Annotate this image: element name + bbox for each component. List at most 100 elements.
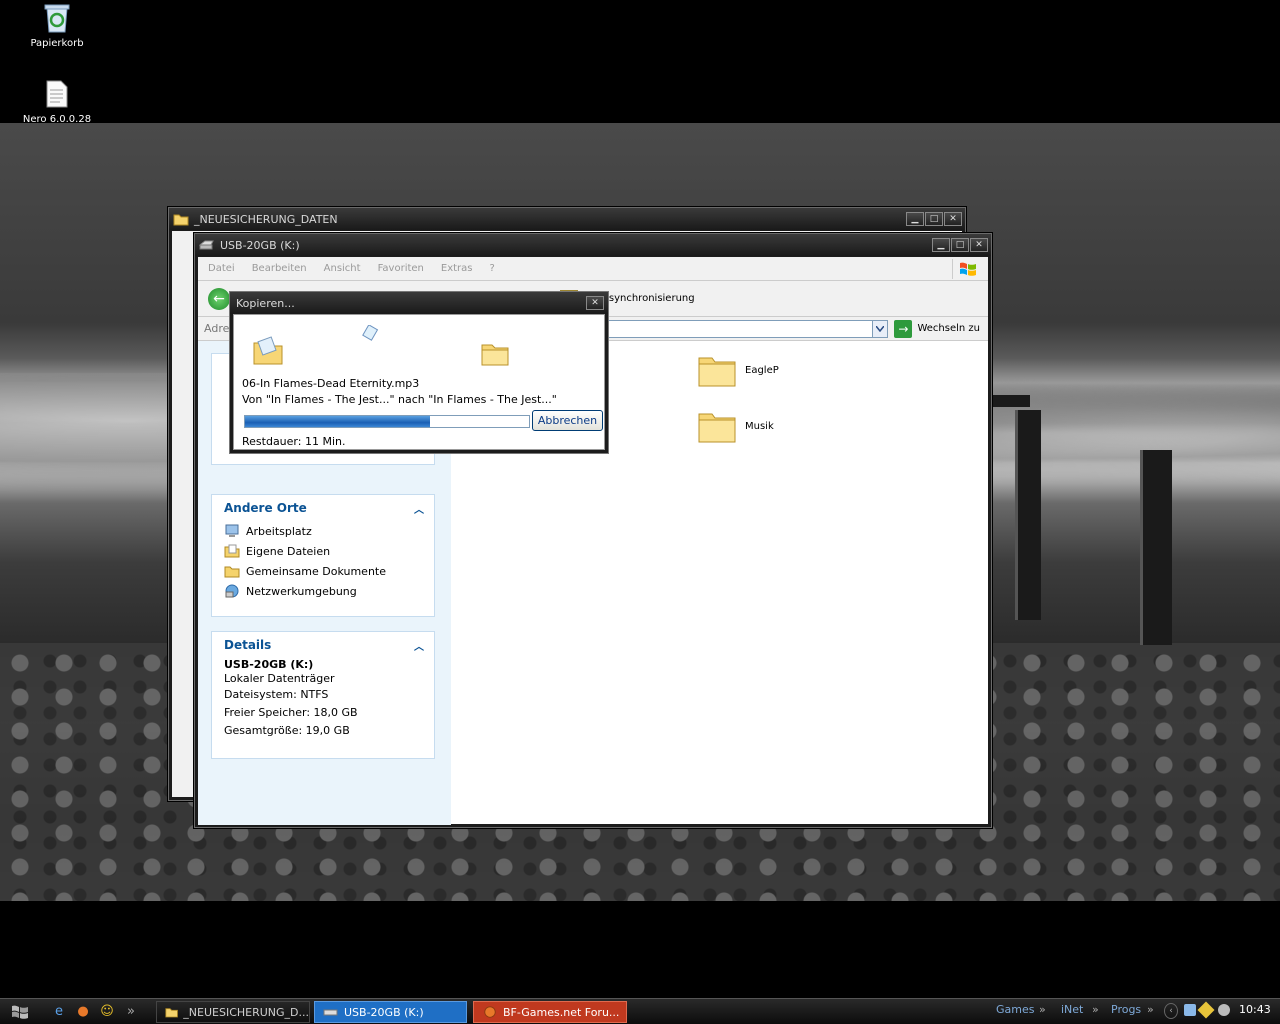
go-button[interactable]: → Wechseln zu: [894, 319, 980, 338]
window-titlebar[interactable]: _NEUESICHERUNG_DATEN ▁ □ ✕: [169, 208, 965, 230]
copy-dialog[interactable]: Kopieren... ✕ 06-In Flames-Dead Eternity…: [229, 291, 609, 454]
dialog-title: Kopieren...: [236, 296, 295, 310]
maximize-button[interactable]: □: [925, 212, 943, 226]
copy-remaining-time: Restdauer: 11 Min.: [242, 435, 346, 448]
details-header[interactable]: Details ︿: [212, 632, 434, 658]
other-places-panel: Andere Orte ︿ Arbeitsplatz Eigene Dateie…: [211, 494, 435, 617]
destination-folder-icon: [481, 344, 509, 366]
details-drive-type: Lokaler Datenträger: [224, 672, 335, 685]
place-item-eigene-dateien[interactable]: Eigene Dateien: [212, 541, 434, 561]
ie-icon[interactable]: e: [50, 1003, 68, 1021]
folder-label: EagleP: [745, 364, 779, 376]
network-tray-icon[interactable]: [1184, 1004, 1196, 1016]
menu-extras[interactable]: Extras: [441, 263, 473, 274]
copy-file-name: 06-In Flames-Dead Eternity.mp3: [242, 377, 420, 390]
place-label: Gemeinsame Dokumente: [246, 564, 386, 578]
wallpaper-post: [1015, 410, 1041, 620]
taskbar-button-usb[interactable]: USB-20GB (K:): [314, 1001, 467, 1023]
messenger-icon[interactable]: ☺: [98, 1003, 116, 1021]
flying-document-icon: [362, 325, 379, 341]
tray-app-icon[interactable]: [1197, 1001, 1215, 1019]
close-button[interactable]: ✕: [944, 212, 962, 226]
toolbar-chevron[interactable]: »: [1092, 1003, 1099, 1016]
firefox-icon[interactable]: ●: [74, 1003, 92, 1021]
copy-progress-fill: [245, 416, 430, 427]
folder-icon: [698, 413, 736, 443]
menu-ansicht[interactable]: Ansicht: [324, 263, 361, 274]
clock[interactable]: 10:43: [1239, 1003, 1271, 1016]
maximize-button[interactable]: □: [951, 238, 969, 252]
folder-label: Musik: [745, 420, 774, 432]
menu-datei[interactable]: Datei: [208, 263, 235, 274]
minimize-button[interactable]: ▁: [906, 212, 924, 226]
back-arrow-icon[interactable]: ←: [208, 287, 230, 310]
quick-launch: e ● ☺ »: [50, 1003, 140, 1021]
toolbar-inet[interactable]: iNet: [1061, 1003, 1083, 1016]
chevron-up-icon[interactable]: ︿: [412, 638, 426, 653]
details-free-space: Freier Speicher: 18,0 GB: [224, 706, 358, 719]
taskbar-button-firefox[interactable]: BF-Games.net Foru...: [473, 1001, 627, 1023]
firefox-icon: [484, 1006, 496, 1018]
place-label: Arbeitsplatz: [246, 524, 312, 538]
chevron-down-icon[interactable]: [872, 320, 888, 337]
wallpaper-beam: [990, 395, 1030, 407]
toolbar-progs[interactable]: Progs: [1111, 1003, 1141, 1016]
tray-expand-icon[interactable]: ‹: [1164, 1003, 1178, 1019]
drive-icon: [323, 1009, 338, 1016]
windows-logo-icon: [952, 259, 982, 279]
details-drive-name: USB-20GB (K:): [224, 658, 314, 671]
wallpaper-post: [1140, 450, 1172, 645]
menu-favoriten[interactable]: Favoriten: [378, 263, 424, 274]
folder-item-eaglep[interactable]: EagleP: [697, 352, 779, 388]
address-label: Adre: [204, 322, 230, 335]
taskbar-button-label: BF-Games.net Foru...: [503, 1005, 620, 1019]
close-button[interactable]: ✕: [970, 238, 988, 252]
start-button[interactable]: [0, 1000, 40, 1024]
details-filesystem: Dateisystem: NTFS: [224, 688, 329, 701]
folder-icon: [698, 357, 736, 387]
menu-bar: Datei Bearbeiten Ansicht Favoriten Extra…: [198, 257, 988, 281]
place-item-netzwerkumgebung[interactable]: Netzwerkumgebung: [212, 581, 434, 601]
close-button[interactable]: ✕: [586, 296, 604, 310]
copy-progress-bar: [244, 415, 530, 428]
dialog-titlebar[interactable]: Kopieren... ✕: [230, 292, 608, 314]
volume-icon[interactable]: [1218, 1004, 1230, 1016]
desktop-icon-recycle-bin[interactable]: Papierkorb: [12, 2, 102, 49]
toolbar-chevron[interactable]: »: [1147, 1003, 1154, 1016]
toolbar-games[interactable]: Games: [996, 1003, 1034, 1016]
dialog-body: 06-In Flames-Dead Eternity.mp3 Von "In F…: [233, 314, 605, 450]
taskbar: e ● ☺ » _NEUESICHERUNG_D... USB-20GB (K:…: [0, 998, 1280, 1024]
toolbar-chevron[interactable]: »: [1039, 1003, 1046, 1016]
taskbar-button-neuesicherung[interactable]: _NEUESICHERUNG_D...: [156, 1001, 310, 1023]
desktop-icon-nero[interactable]: Nero 6.0.0.28: [12, 78, 102, 125]
taskbar-button-label: _NEUESICHERUNG_D...: [183, 1005, 309, 1019]
computer-icon: [225, 524, 239, 537]
quick-launch-chevron[interactable]: »: [122, 1003, 140, 1021]
details-total-size: Gesamtgröße: 19,0 GB: [224, 724, 350, 737]
folder-icon: [165, 1008, 178, 1018]
source-folder-icon: [253, 336, 283, 365]
desktop-icon-label: Papierkorb: [30, 38, 84, 49]
place-item-gemeinsame-dokumente[interactable]: Gemeinsame Dokumente: [212, 561, 434, 581]
place-label: Netzwerkumgebung: [246, 584, 357, 598]
other-places-header[interactable]: Andere Orte ︿: [212, 495, 434, 521]
taskbar-button-label: USB-20GB (K:): [344, 1005, 424, 1019]
shared-folder-icon: [224, 566, 240, 578]
menu-bearbeiten[interactable]: Bearbeiten: [252, 263, 307, 274]
window-title: _NEUESICHERUNG_DATEN: [194, 212, 338, 226]
copy-from-to: Von "In Flames - The Jest..." nach "In F…: [242, 393, 557, 406]
windows-logo-icon: [12, 1005, 28, 1019]
drive-icon: [199, 240, 214, 250]
folder-item-musik[interactable]: Musik: [697, 408, 774, 444]
window-title: USB-20GB (K:): [220, 238, 300, 252]
cancel-button[interactable]: Abbrechen: [532, 410, 603, 431]
go-arrow-icon: →: [894, 319, 913, 338]
details-title: Details: [224, 638, 272, 652]
chevron-up-icon[interactable]: ︿: [412, 501, 426, 516]
menu-help[interactable]: ?: [490, 263, 495, 274]
window-titlebar[interactable]: USB-20GB (K:) ▁ □ ✕: [195, 234, 991, 256]
place-item-arbeitsplatz[interactable]: Arbeitsplatz: [212, 521, 434, 541]
other-places-title: Andere Orte: [224, 501, 307, 515]
minimize-button[interactable]: ▁: [932, 238, 950, 252]
my-documents-icon: [224, 544, 240, 558]
